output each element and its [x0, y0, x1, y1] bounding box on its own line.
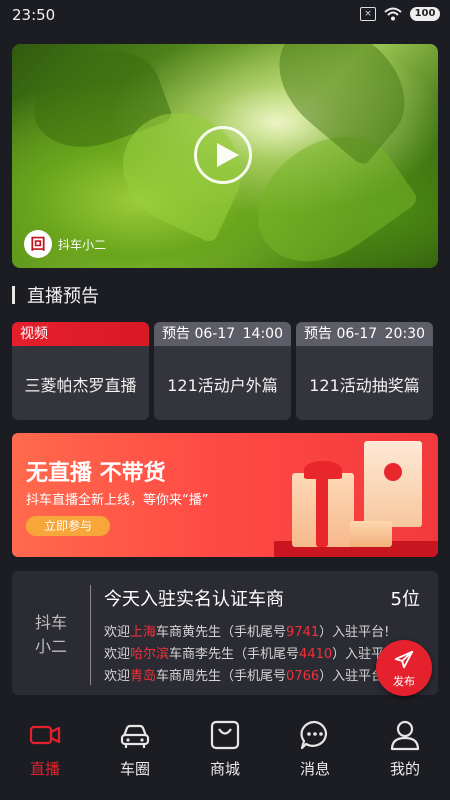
tab-label: 直播 [29, 760, 60, 778]
welcome-phone-tail: 4410 [299, 647, 333, 662]
preview-card-header: 预告 06-17 14:00 [154, 322, 291, 346]
channel-logo-icon: 回 [24, 230, 52, 258]
welcome-message: 欢迎上海车商黄先生（手机尾号9741）入驻平台! [104, 621, 389, 640]
status-bar: 23:50 × 100 [0, 0, 450, 30]
play-button[interactable] [194, 126, 252, 184]
merchant-count: 5位 [390, 589, 420, 610]
gift-bag-illustration [364, 441, 422, 527]
tab-car-circle[interactable]: 车圈 [90, 718, 180, 779]
preview-title: 三菱帕杰罗直播 [24, 376, 137, 395]
tab-live[interactable]: 直播 [0, 718, 90, 779]
wifi-icon [384, 7, 402, 21]
banner-title: 无直播 不带货 [26, 461, 166, 486]
featured-video[interactable]: 回 抖车小二 [12, 44, 438, 268]
welcome-text: 欢迎 [104, 647, 131, 662]
person-icon [390, 720, 420, 751]
preview-title: 121活动抽奖篇 [309, 376, 420, 395]
welcome-message: 欢迎哈尔滨车商李先生（手机尾号4410）入驻平台! [104, 643, 402, 662]
status-icons: × 100 [360, 7, 440, 21]
notice-source-line: 小二 [34, 637, 67, 656]
join-now-button[interactable]: 立即参与 [26, 516, 110, 536]
welcome-phone-tail: 0766 [286, 669, 320, 684]
welcome-city: 哈尔滨 [130, 647, 170, 662]
banner-subtitle: 抖车直播全新上线，等你来“播” [26, 493, 209, 508]
preview-card[interactable]: 视频 三菱帕杰罗直播 [12, 322, 149, 420]
preview-time: 14:00 [242, 326, 283, 342]
leaf-decoration [256, 44, 428, 168]
shopping-bag-icon [210, 720, 240, 750]
section-title: 直播预告 [12, 283, 99, 307]
car-icon [120, 724, 150, 748]
battery-indicator: 100 [410, 7, 440, 21]
welcome-text: 欢迎 [104, 669, 131, 684]
preview-tag: 预告 06-17 [304, 326, 378, 342]
gift-bag-seal-illustration [384, 463, 402, 481]
welcome-phone-tail: 9741 [286, 625, 320, 640]
preview-title: 121活动户外篇 [167, 376, 278, 395]
small-gift-illustration [350, 521, 392, 547]
channel-tag[interactable]: 回 抖车小二 [24, 230, 106, 258]
tab-label: 商城 [209, 760, 240, 778]
publish-label: 发布 [393, 675, 415, 688]
merchant-notice-card: 抖车 小二 今天入驻实名认证车商 5位 欢迎上海车商黄先生（手机尾号9741）入… [12, 571, 438, 695]
welcome-message: 欢迎青岛车商周先生（手机尾号0766）入驻平台! [104, 665, 389, 684]
preview-tag: 视频 [20, 326, 48, 342]
publish-button[interactable]: 发布 [376, 640, 432, 696]
welcome-text: 欢迎 [104, 625, 131, 640]
tab-profile[interactable]: 我的 [360, 718, 450, 779]
welcome-text: 车商黄先生（手机尾号 [156, 625, 287, 640]
tab-label: 消息 [299, 760, 330, 778]
gift-bow-illustration [304, 461, 342, 479]
notice-source: 抖车 小二 [12, 571, 90, 695]
preview-tag: 预告 06-17 [162, 326, 236, 342]
preview-card-header: 视频 [12, 322, 149, 346]
welcome-text: ）入驻平台! [319, 625, 390, 640]
notice-source-line: 抖车 [34, 613, 67, 632]
tab-label: 车圈 [119, 760, 150, 778]
chat-bubble-icon [300, 720, 327, 750]
tab-label: 我的 [389, 760, 420, 778]
bottom-tab-bar: 直播 车圈 商城 消息 我的 [0, 712, 450, 800]
status-time: 23:50 [12, 6, 56, 24]
preview-card[interactable]: 预告 06-17 14:00 121活动户外篇 [154, 322, 291, 420]
tab-mall[interactable]: 商城 [180, 718, 270, 779]
no-sim-icon: × [360, 7, 376, 21]
video-camera-icon [29, 725, 61, 745]
welcome-city: 青岛 [130, 669, 157, 684]
section-marker [12, 286, 15, 304]
divider [90, 585, 91, 685]
promo-banner[interactable]: 无直播 不带货 抖车直播全新上线，等你来“播” 立即参与 [12, 433, 438, 557]
preview-time: 20:30 [384, 326, 425, 342]
section-title-text: 直播预告 [27, 286, 99, 307]
paper-plane-icon [394, 650, 414, 669]
channel-name: 抖车小二 [58, 237, 107, 252]
notice-headline: 今天入驻实名认证车商 [104, 589, 284, 610]
preview-card-header: 预告 06-17 20:30 [296, 322, 433, 346]
gift-ribbon-illustration [316, 473, 328, 547]
welcome-text: 车商周先生（手机尾号 [156, 669, 287, 684]
preview-card[interactable]: 预告 06-17 20:30 121活动抽奖篇 [296, 322, 433, 420]
tab-messages[interactable]: 消息 [270, 718, 360, 779]
welcome-text: 车商李先生（手机尾号 [169, 647, 300, 662]
welcome-city: 上海 [130, 625, 157, 640]
